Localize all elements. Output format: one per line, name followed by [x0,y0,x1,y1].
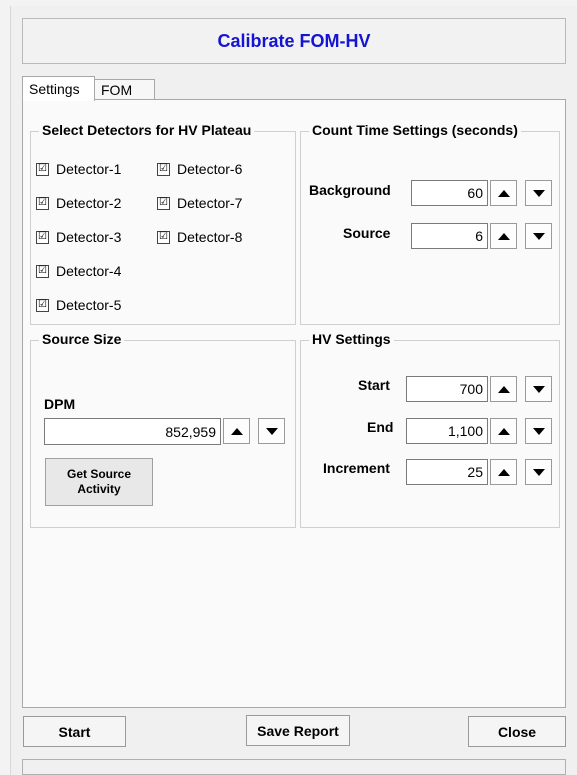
background-increment-button[interactable] [490,180,517,206]
start-button-label: Start [58,723,91,740]
close-button[interactable]: Close [468,716,566,747]
arrow-down-icon [532,232,545,240]
hv-increment-decrement-button[interactable] [525,459,552,485]
checkbox-checked-icon: ☑ [36,264,49,278]
arrow-down-icon [265,427,278,435]
source-time-increment-button[interactable] [490,223,517,249]
source-time-input[interactable]: 6 [411,223,488,249]
get-source-activity-line1: Get Source [66,467,132,481]
detector-6-checkbox[interactable]: ☑ Detector-6 [157,161,242,177]
hv-increment-input[interactable]: 25 [406,459,488,485]
dialog-title: Calibrate FOM-HV [217,30,371,51]
arrow-down-icon [532,468,545,476]
background-label: Background [309,182,391,198]
get-source-activity-line2: Activity [77,482,121,496]
hv-start-label: Start [358,377,390,393]
background-decrement-button[interactable] [525,180,552,206]
detector-selection-group: Select Detectors for HV Plateau ☑ Detect… [30,122,296,325]
save-report-button[interactable]: Save Report [246,715,350,746]
detector-1-checkbox[interactable]: ☑ Detector-1 [36,161,121,177]
checkbox-checked-icon: ☑ [36,230,49,244]
hv-settings-group: HV Settings Start 700 End 1,100 Incremen… [300,331,560,528]
detector-6-label: Detector-6 [177,161,243,177]
arrow-down-icon [532,385,545,393]
hv-increment-label: Increment [323,460,390,476]
settings-panel: Select Detectors for HV Plateau ☑ Detect… [22,99,566,708]
hv-end-decrement-button[interactable] [525,418,552,444]
detector-2-checkbox[interactable]: ☑ Detector-2 [36,195,121,211]
hv-start-increment-button[interactable] [490,376,517,402]
detector-7-label: Detector-7 [177,195,243,211]
hv-start-input[interactable]: 700 [406,376,488,402]
checkbox-checked-icon: ☑ [157,230,170,244]
arrow-down-icon [532,189,545,197]
arrow-down-icon [532,427,545,435]
detector-1-label: Detector-1 [56,161,122,177]
count-time-group-title: Count Time Settings (seconds) [309,122,521,138]
dpm-input[interactable]: 852,959 [44,418,221,445]
arrow-up-icon [230,427,243,435]
hv-end-label: End [367,419,394,435]
detector-group-title: Select Detectors for HV Plateau [39,122,255,138]
title-bar: Calibrate FOM-HV [22,18,566,64]
checkbox-checked-icon: ☑ [157,162,170,176]
close-button-label: Close [497,723,537,740]
arrow-up-icon [497,385,510,393]
source-size-group-title: Source Size [39,331,125,347]
detector-4-checkbox[interactable]: ☑ Detector-4 [36,263,121,279]
detector-5-label: Detector-5 [56,297,122,313]
checkbox-checked-icon: ☑ [157,196,170,210]
checkbox-checked-icon: ☑ [36,196,49,210]
detector-8-label: Detector-8 [177,229,243,245]
start-button[interactable]: Start [23,716,126,747]
get-source-activity-button[interactable]: Get Source Activity [45,458,153,506]
checkbox-checked-icon: ☑ [36,162,49,176]
count-time-group: Count Time Settings (seconds) Background… [300,122,560,325]
hv-start-decrement-button[interactable] [525,376,552,402]
detector-7-checkbox[interactable]: ☑ Detector-7 [157,195,242,211]
status-bar [22,759,566,775]
checkbox-checked-icon: ☑ [36,298,49,312]
dpm-increment-button[interactable] [223,418,250,444]
hv-end-input[interactable]: 1,100 [406,418,488,444]
dpm-decrement-button[interactable] [258,418,285,444]
hv-settings-group-title: HV Settings [309,331,394,347]
arrow-up-icon [497,189,510,197]
background-time-input[interactable]: 60 [411,180,488,206]
detector-2-label: Detector-2 [56,195,122,211]
detector-5-checkbox[interactable]: ☑ Detector-5 [36,297,121,313]
detector-3-label: Detector-3 [56,229,122,245]
hv-increment-increment-button[interactable] [490,459,517,485]
tab-fom-label: FOM [101,82,133,98]
source-time-label: Source [343,225,391,241]
hv-end-increment-button[interactable] [490,418,517,444]
arrow-up-icon [497,468,510,476]
detector-8-checkbox[interactable]: ☑ Detector-8 [157,229,242,245]
tab-settings[interactable]: Settings [22,76,95,101]
source-size-group: Source Size DPM 852,959 Get Source Activ… [30,331,296,528]
arrow-up-icon [497,232,510,240]
source-time-decrement-button[interactable] [525,223,552,249]
detector-4-label: Detector-4 [56,263,122,279]
detector-3-checkbox[interactable]: ☑ Detector-3 [36,229,121,245]
tab-fom[interactable]: FOM [94,79,155,100]
tab-settings-label: Settings [29,81,80,97]
arrow-up-icon [497,427,510,435]
dpm-label: DPM [44,396,76,412]
save-report-button-label: Save Report [257,722,339,739]
